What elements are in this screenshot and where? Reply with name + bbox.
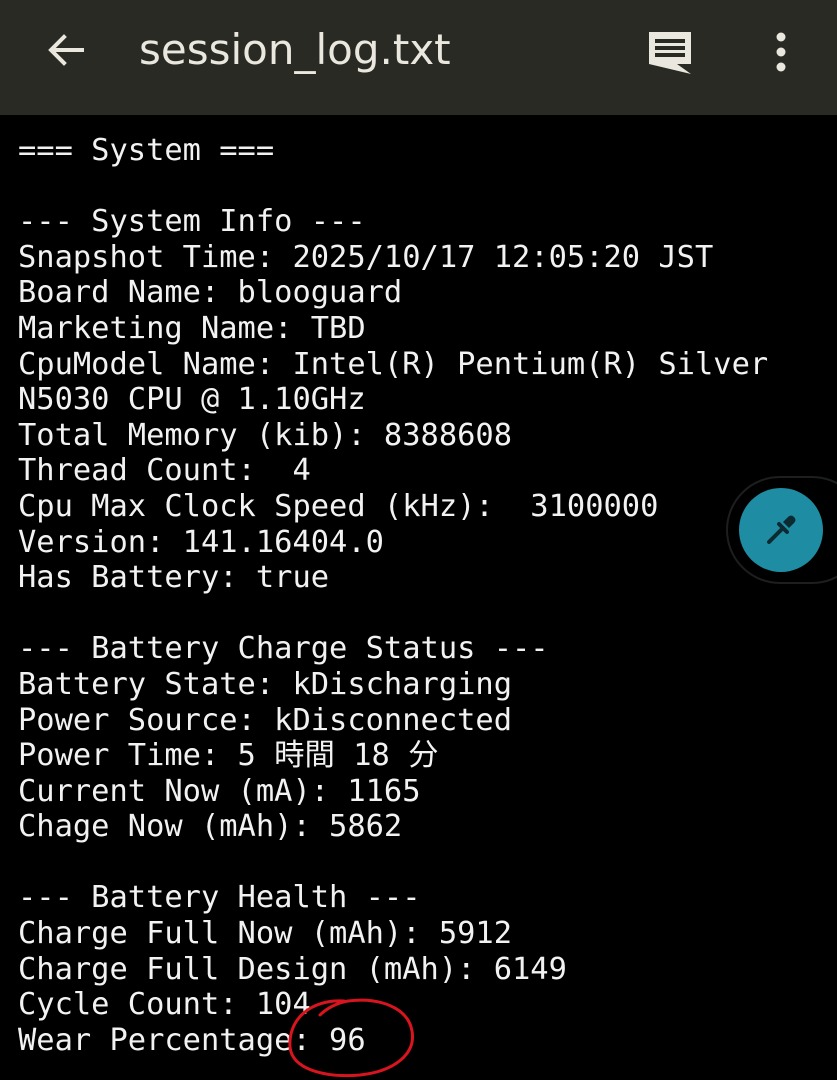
log-line: Power Source: kDisconnected [18, 702, 513, 738]
log-line: Cycle Count: 104 [18, 987, 311, 1023]
notes-button[interactable] [642, 24, 698, 80]
log-line: Battery State: kDischarging [18, 666, 513, 702]
log-line: Charge Full Now (mAh): 5912 [18, 916, 513, 952]
log-line: Marketing Name: TBD [18, 310, 366, 346]
log-line: Thread Count: 4 [18, 453, 311, 489]
log-line: Version: 141.16404.0 [18, 524, 384, 560]
log-line: Current Now (mA): 1165 [18, 773, 421, 809]
back-button[interactable] [38, 22, 94, 78]
more-vert-icon [776, 32, 786, 72]
eyedropper-fab[interactable] [739, 488, 823, 572]
more-options-button[interactable] [755, 24, 807, 80]
log-line: Charge Full Design (mAh): 6149 [18, 951, 567, 987]
eyedropper-icon [767, 515, 796, 544]
app-bar: session_log.txt [0, 0, 837, 115]
log-line: --- Battery Charge Status --- [18, 631, 549, 667]
log-line: Has Battery: true [18, 560, 330, 596]
comment-icon [649, 32, 691, 74]
log-line: Power Time: 5 時間 18 分 [18, 738, 439, 774]
arrow-back-icon [48, 34, 84, 66]
log-line: Cpu Max Clock Speed (kHz): 3100000 [18, 488, 659, 524]
log-line: --- System Info --- [18, 204, 366, 240]
log-text: === System === --- System Info --- Snaps… [18, 133, 768, 1058]
page-title: session_log.txt [139, 25, 451, 74]
log-line: Wear Percentage: 96 [18, 1022, 366, 1058]
log-line: Board Name: blooguard [18, 275, 403, 311]
log-line: === System === [18, 133, 275, 168]
log-content[interactable]: === System === --- System Info --- Snaps… [0, 115, 837, 1080]
log-line: CpuModel Name: Intel(R) Pentium(R) Silve… [18, 346, 769, 382]
log-line: N5030 CPU @ 1.10GHz [18, 382, 366, 418]
log-line: Total Memory (kib): 8388608 [18, 417, 513, 453]
log-line: Chage Now (mAh): 5862 [18, 809, 403, 845]
log-line: Snapshot Time: 2025/10/17 12:05:20 JST [18, 239, 714, 275]
log-line: --- Battery Health --- [18, 880, 421, 916]
